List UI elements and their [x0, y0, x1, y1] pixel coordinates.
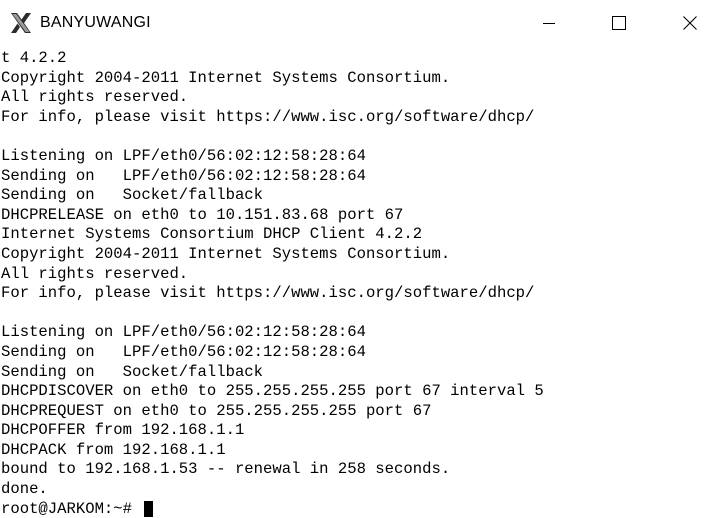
terminal-line: t 4.2.2	[1, 49, 67, 67]
terminal-line: For info, please visit https://www.isc.o…	[1, 107, 535, 126]
minimize-button[interactable]	[526, 0, 572, 46]
shell-prompt: root@JARKOM:~#	[1, 499, 142, 517]
terminal-line: For info, please visit https://www.isc.o…	[1, 284, 535, 303]
terminal-output[interactable]: t 4.2.2 Copyright 2004-2011 Internet Sys…	[1, 49, 723, 517]
maximize-icon	[612, 16, 626, 30]
prompt-line[interactable]: root@JARKOM:~#	[1, 500, 723, 517]
terminal-line: DHCPOFFER from 192.168.1.1	[1, 421, 245, 440]
terminal-line: Listening on LPF/eth0/56:02:12:58:28:64	[1, 323, 366, 342]
terminal-line: bound to 192.168.1.53 -- renewal in 258 …	[1, 460, 451, 479]
terminal-line: All rights reserved.	[1, 264, 189, 283]
window-title: BANYUWANGI	[40, 14, 151, 31]
terminal-line: done.	[1, 480, 48, 499]
terminal-line: Sending on LPF/eth0/56:02:12:58:28:64	[1, 342, 366, 361]
terminal-line: DHCPDISCOVER on eth0 to 255.255.255.255 …	[1, 382, 544, 401]
terminal-line: DHCPRELEASE on eth0 to 10.151.83.68 port…	[1, 205, 404, 224]
minimize-icon	[543, 17, 555, 29]
terminal-line: All rights reserved.	[1, 88, 189, 107]
terminal-line: Listening on LPF/eth0/56:02:12:58:28:64	[1, 146, 366, 165]
title-bar[interactable]: BANYUWANGI	[0, 0, 725, 46]
close-icon	[683, 16, 697, 30]
terminal-line: Sending on Socket/fallback	[1, 186, 264, 205]
terminal-line: Sending on LPF/eth0/56:02:12:58:28:64	[1, 166, 366, 185]
terminal-line: Internet Systems Consortium DHCP Client …	[1, 225, 423, 244]
terminal-window: BANYUWANGI t 4.2.2 Copyright 2004-2011 I…	[0, 0, 725, 518]
text-cursor	[144, 501, 154, 517]
close-button[interactable]	[667, 0, 713, 46]
x-icon	[9, 11, 33, 35]
terminal-line: DHCPACK from 192.168.1.1	[1, 440, 226, 459]
terminal-line: Copyright 2004-2011 Internet Systems Con…	[1, 244, 451, 263]
terminal-line: Sending on Socket/fallback	[1, 362, 264, 381]
terminal-line: DHCPREQUEST on eth0 to 255.255.255.255 p…	[1, 401, 432, 420]
terminal-line: Copyright 2004-2011 Internet Systems Con…	[1, 68, 451, 87]
maximize-button[interactable]	[596, 0, 642, 46]
